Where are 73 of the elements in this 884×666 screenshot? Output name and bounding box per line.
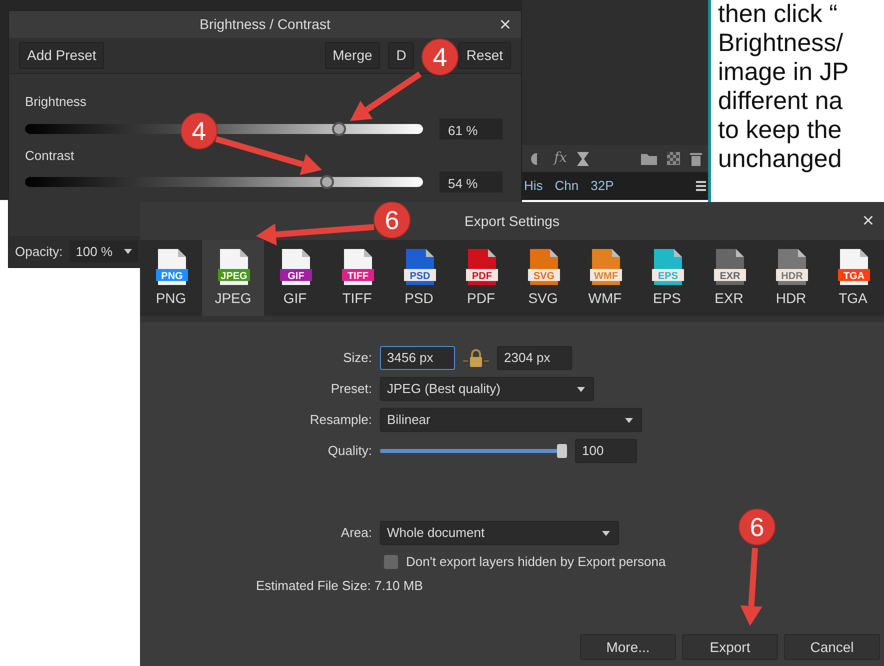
- dropdown[interactable]: JPEG (Best quality): [380, 377, 594, 401]
- value-field[interactable]: 54 %: [439, 171, 503, 193]
- menu-icon: [696, 181, 708, 191]
- field-label: Quality:: [326, 442, 372, 460]
- format-tab[interactable]: EPS EPS: [636, 240, 698, 316]
- close-button[interactable]: ×: [495, 14, 515, 34]
- step-number-marker: 6: [738, 508, 776, 546]
- note-text: to keep the: [718, 116, 843, 145]
- step-number-marker: 6: [374, 202, 410, 238]
- format-tab[interactable]: TGA TGA: [822, 240, 884, 316]
- caret-icon: [602, 530, 610, 536]
- step-number-marker: 4: [180, 112, 218, 150]
- folder-icon: [641, 152, 657, 164]
- opacity-dropdown[interactable]: 100 %: [68, 240, 139, 263]
- dropdown[interactable]: Bilinear: [380, 408, 642, 432]
- gradient-slider[interactable]: [25, 177, 423, 187]
- checkbox-label: Don't export layers hidden by Export persona: [406, 553, 666, 571]
- slider-thumb[interactable]: [332, 122, 346, 136]
- note-text: image in JP: [718, 58, 849, 87]
- format-tab[interactable]: TIFF TIFF: [326, 240, 388, 316]
- slider-thumb[interactable]: [320, 175, 334, 189]
- format-tab[interactable]: PNG PNG: [140, 240, 202, 316]
- fx-icon[interactable]: fx: [554, 148, 568, 169]
- format-tab[interactable]: PSD PSD: [388, 240, 450, 316]
- dialog-button[interactable]: Add Preset: [19, 42, 104, 69]
- checkerboard-icon: [667, 152, 680, 165]
- format-tab[interactable]: HDR HDR: [760, 240, 822, 316]
- note-text: then click “: [718, 0, 838, 29]
- caret-icon: [577, 386, 585, 392]
- slider-thumb[interactable]: [557, 444, 567, 458]
- trash-icon: [690, 152, 702, 166]
- caret-icon: [625, 418, 633, 422]
- note-text: Brightness/: [718, 29, 844, 58]
- step-number-marker: 4: [422, 38, 458, 76]
- dialog-button[interactable]: Cancel: [784, 634, 880, 660]
- width-field[interactable]: 3456 px: [380, 346, 455, 370]
- close-button[interactable]: ×: [858, 211, 878, 231]
- dialog-button[interactable]: Reset: [458, 42, 511, 69]
- panel-tab[interactable]: His: [524, 176, 543, 196]
- dialog-title: Brightness / Contrast: [200, 15, 330, 34]
- lock-icon: [463, 349, 489, 367]
- note-text: different na: [718, 87, 844, 116]
- format-tab[interactable]: PDF PDF: [450, 240, 512, 316]
- dialog-title: Export Settings: [464, 212, 560, 231]
- caret-icon: [124, 249, 132, 254]
- half-circle-icon: [530, 152, 544, 166]
- format-tab[interactable]: WMF WMF: [574, 240, 636, 316]
- field-label: Preset:: [330, 380, 372, 398]
- dialog-button[interactable]: D: [388, 42, 414, 69]
- field-label: Area:: [340, 524, 372, 542]
- value-field[interactable]: 61 %: [439, 118, 503, 140]
- checkbox[interactable]: [384, 554, 398, 569]
- field-label: Size:: [342, 349, 372, 368]
- panel-tab[interactable]: 32P: [590, 176, 614, 196]
- height-field[interactable]: 2304 px: [497, 346, 572, 370]
- format-tab[interactable]: JPEG JPEG: [202, 240, 264, 316]
- note-text: unchanged: [718, 145, 843, 174]
- format-tab[interactable]: SVG SVG: [512, 240, 574, 316]
- estimate-text: Estimated File Size: 7.10 MB: [255, 576, 424, 594]
- quality-field[interactable]: 100: [575, 439, 637, 463]
- format-tab[interactable]: EXR EXR: [698, 240, 760, 316]
- opacity-label: Opacity:: [15, 242, 63, 261]
- dialog-button[interactable]: Merge: [324, 42, 380, 69]
- slider-label: Contrast: [25, 146, 76, 164]
- format-tab[interactable]: GIF GIF: [264, 240, 326, 316]
- dialog-button[interactable]: More...: [580, 634, 676, 660]
- panel-tab[interactable]: Chn: [554, 176, 579, 196]
- pointer-arrow: [350, 72, 422, 121]
- field-label: Resample:: [308, 411, 372, 430]
- dropdown[interactable]: Whole document: [380, 521, 619, 545]
- hourglass-icon: [577, 152, 590, 166]
- slider-label: Brightness: [25, 93, 88, 111]
- dialog-button[interactable]: Export: [682, 634, 778, 660]
